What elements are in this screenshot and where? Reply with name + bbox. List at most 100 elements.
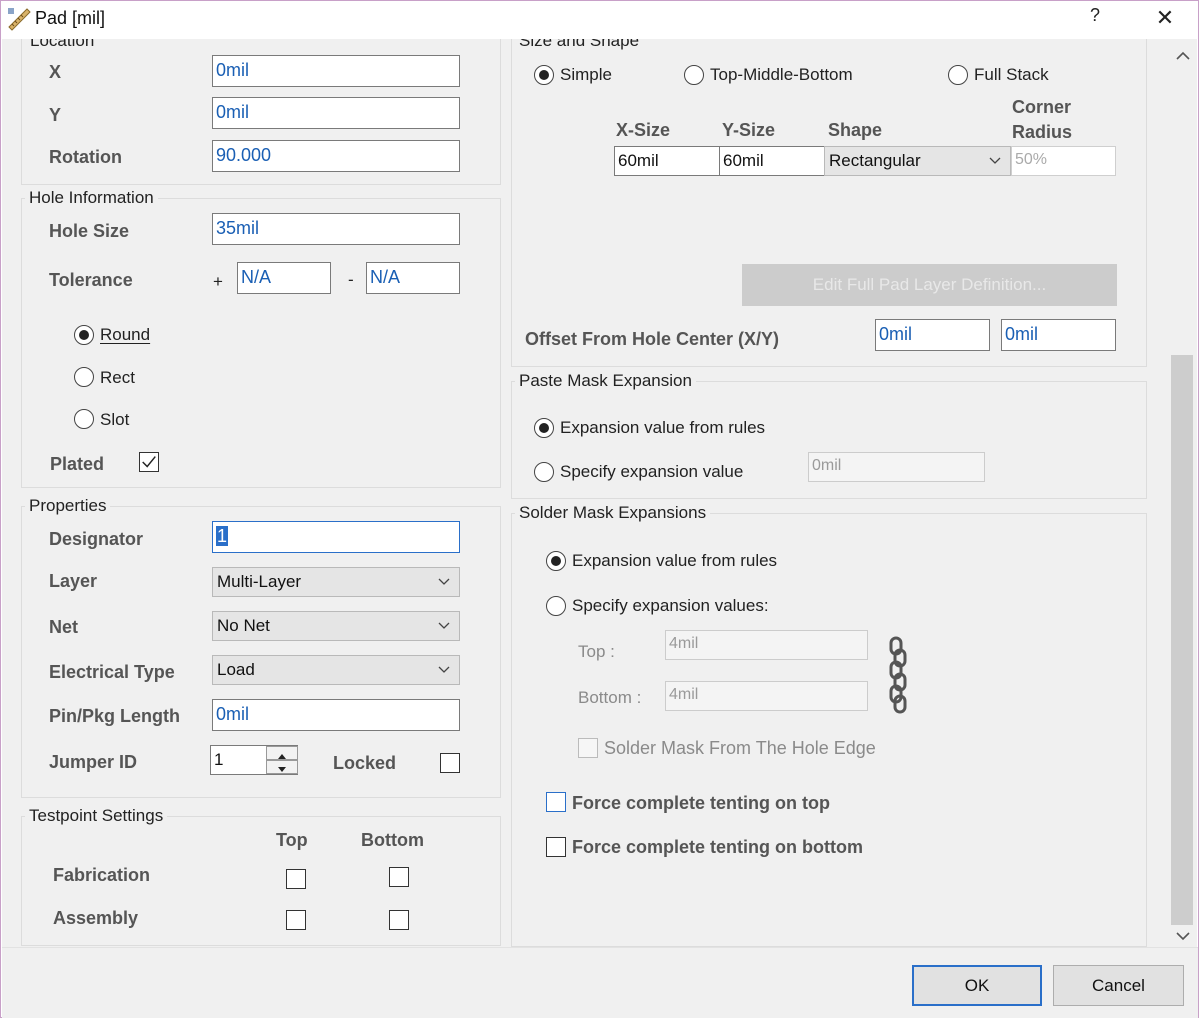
- corner-radius-cell[interactable]: 50%: [1011, 146, 1116, 176]
- tent-top-checkbox[interactable]: [546, 792, 566, 812]
- locked-checkbox[interactable]: [440, 753, 460, 773]
- solder-hole-edge-checkbox[interactable]: [578, 738, 598, 758]
- layer-label: Layer: [49, 571, 98, 591]
- net-select[interactable]: No Net: [212, 611, 460, 641]
- rect-radio[interactable]: [74, 367, 94, 387]
- assembly-bottom-checkbox[interactable]: [389, 910, 409, 930]
- tolerance-minus-sign: -: [348, 270, 354, 289]
- solder-specify-radio[interactable]: [546, 596, 566, 616]
- jumper-id-value: 1: [214, 750, 224, 769]
- spin-down-button[interactable]: [266, 760, 298, 774]
- offset-x-input[interactable]: 0mil: [875, 319, 990, 351]
- slot-label[interactable]: Slot: [100, 410, 129, 430]
- y-input[interactable]: 0mil: [212, 97, 460, 129]
- paste-from-rules-label[interactable]: Expansion value from rules: [560, 418, 765, 438]
- y-size-cell[interactable]: 60mil: [719, 146, 825, 176]
- simple-radio[interactable]: [534, 65, 554, 85]
- offset-y-input[interactable]: 0mil: [1001, 319, 1116, 351]
- x-input[interactable]: 0mil: [212, 55, 460, 87]
- y-label: Y: [49, 105, 62, 125]
- round-label[interactable]: Round: [100, 325, 150, 345]
- solder-specify-label[interactable]: Specify expansion values:: [572, 596, 769, 616]
- close-button[interactable]: ✕: [1151, 5, 1179, 33]
- full-stack-label[interactable]: Full Stack: [974, 65, 1049, 85]
- chevron-down-icon: [438, 622, 450, 629]
- simple-label[interactable]: Simple: [560, 65, 612, 85]
- link-chain-icon[interactable]: [888, 636, 908, 714]
- scroll-down-icon[interactable]: [1173, 929, 1193, 943]
- checkmark-icon: [142, 456, 156, 468]
- plated-label: Plated: [50, 454, 105, 474]
- rect-label[interactable]: Rect: [100, 368, 135, 388]
- paste-specify-label[interactable]: Specify expansion value: [560, 462, 743, 482]
- hole-size-input[interactable]: 35mil: [212, 213, 460, 245]
- spin-up-button[interactable]: [266, 746, 298, 760]
- corner-header-line1: Corner: [1012, 97, 1072, 117]
- paste-from-rules-radio[interactable]: [534, 418, 554, 438]
- edit-full-pad-layer-button[interactable]: Edit Full Pad Layer Definition...: [742, 264, 1117, 306]
- chevron-down-icon: [989, 157, 1001, 164]
- paste-value-input[interactable]: 0mil: [808, 452, 985, 482]
- solder-mask-group: [511, 513, 1147, 947]
- solder-from-rules-label[interactable]: Expansion value from rules: [572, 551, 777, 571]
- designator-input[interactable]: 1: [212, 521, 460, 553]
- cancel-button[interactable]: Cancel: [1053, 965, 1184, 1006]
- tent-bottom-checkbox[interactable]: [546, 837, 566, 857]
- solder-bottom-label: Bottom :: [578, 688, 642, 707]
- full-stack-radio[interactable]: [948, 65, 968, 85]
- electrical-type-label: Electrical Type: [49, 662, 175, 682]
- electrical-type-select[interactable]: Load: [212, 655, 460, 685]
- tmb-radio[interactable]: [684, 65, 704, 85]
- solder-top-label: Top :: [578, 642, 615, 661]
- fabrication-bottom-checkbox[interactable]: [389, 867, 409, 887]
- dialog-footer: OK Cancel: [2, 947, 1198, 1018]
- shape-header: Shape: [828, 120, 883, 140]
- paste-specify-radio[interactable]: [534, 462, 554, 482]
- location-group-title: Location: [26, 39, 99, 51]
- electrical-type-value: Load: [217, 660, 255, 679]
- ok-button[interactable]: OK: [912, 965, 1042, 1006]
- tolerance-plus-input[interactable]: N/A: [237, 262, 331, 294]
- solder-top-input[interactable]: 4mil: [665, 630, 868, 660]
- assembly-label: Assembly: [53, 908, 139, 928]
- testpoint-col-bottom: Bottom: [361, 830, 424, 850]
- designator-label: Designator: [49, 529, 144, 549]
- solder-bottom-input[interactable]: 4mil: [665, 681, 868, 711]
- rotation-label: Rotation: [49, 147, 122, 167]
- assembly-top-checkbox[interactable]: [286, 910, 306, 930]
- x-size-cell[interactable]: 60mil: [614, 146, 721, 176]
- shape-select-value: Rectangular: [829, 151, 921, 170]
- scrollbar-thumb[interactable]: [1171, 355, 1193, 925]
- shape-select[interactable]: Rectangular: [824, 146, 1011, 176]
- tent-top-label[interactable]: Force complete tenting on top: [572, 793, 830, 814]
- size-shape-title: Size and Shape: [515, 39, 644, 51]
- net-label: Net: [49, 617, 79, 637]
- offset-label: Offset From Hole Center (X/Y): [525, 329, 780, 349]
- hole-size-label: Hole Size: [49, 221, 130, 241]
- plated-checkbox[interactable]: [139, 452, 159, 472]
- scroll-up-icon[interactable]: [1173, 49, 1193, 63]
- testpoint-col-top: Top: [276, 830, 308, 850]
- tolerance-label: Tolerance: [49, 270, 133, 290]
- title-bar: Pad [mil] ? ✕: [1, 1, 1198, 39]
- locked-label: Locked: [333, 753, 397, 773]
- pin-pkg-length-input[interactable]: 0mil: [212, 699, 460, 731]
- tolerance-plus-sign: +: [213, 272, 223, 291]
- tent-bottom-label[interactable]: Force complete tenting on bottom: [572, 837, 863, 858]
- layer-select[interactable]: Multi-Layer: [212, 567, 460, 597]
- fabrication-top-checkbox[interactable]: [286, 869, 306, 889]
- tmb-label[interactable]: Top-Middle-Bottom: [710, 65, 853, 85]
- tolerance-minus-input[interactable]: N/A: [366, 262, 460, 294]
- help-button[interactable]: ?: [1083, 5, 1107, 33]
- slot-radio[interactable]: [74, 409, 94, 429]
- testpoint-title: Testpoint Settings: [25, 806, 168, 826]
- solder-hole-edge-label: Solder Mask From The Hole Edge: [604, 738, 876, 758]
- round-radio[interactable]: [74, 325, 94, 345]
- jumper-id-spinner[interactable]: 1: [210, 745, 298, 775]
- vertical-scrollbar[interactable]: [1169, 39, 1197, 947]
- solder-from-rules-radio[interactable]: [546, 551, 566, 571]
- arrow-down-icon: [278, 767, 286, 772]
- pad-app-icon: [8, 8, 31, 31]
- size-shape-group: [511, 39, 1147, 367]
- rotation-input[interactable]: 90.000: [212, 140, 460, 172]
